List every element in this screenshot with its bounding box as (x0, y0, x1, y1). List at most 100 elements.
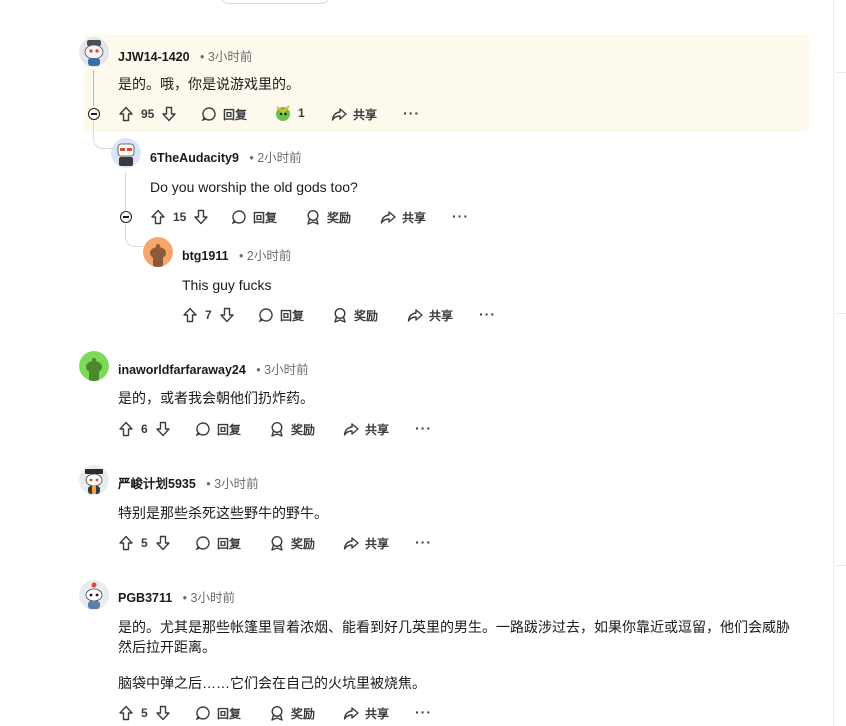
reply-label: 回复 (217, 706, 242, 721)
comment-body: 特别是那些杀死这些野牛的野牛。 (118, 505, 328, 521)
upvote-icon[interactable] (117, 105, 135, 123)
share-button[interactable]: 共享 (406, 306, 453, 324)
downvote-icon[interactable] (192, 208, 210, 226)
award-label: 奖励 (327, 210, 352, 225)
vote-count: 15 (173, 210, 187, 224)
downvote-icon[interactable] (154, 420, 172, 438)
comment-author[interactable]: 6TheAudacity9 (150, 151, 239, 165)
thread-line (125, 172, 126, 210)
more-icon: ··· (403, 105, 420, 121)
reply-label: 回复 (280, 308, 305, 323)
comment-timestamp: • 3小时前 (182, 591, 235, 605)
upvote-icon[interactable] (117, 420, 135, 438)
avatar[interactable] (79, 580, 109, 610)
comment-timestamp: • 2小时前 (239, 249, 292, 263)
reply-button[interactable]: 回复 (194, 420, 241, 438)
share-button[interactable]: 共享 (342, 704, 389, 722)
upvote-icon[interactable] (117, 534, 135, 552)
award-count: 1 (298, 106, 305, 120)
vote-count: 7 (205, 308, 212, 322)
share-icon (342, 704, 360, 722)
award-button[interactable]: 奖励 (331, 306, 378, 324)
award-button[interactable]: 奖励 (268, 420, 315, 438)
reply-button[interactable]: 回复 (194, 704, 241, 722)
downvote-icon[interactable] (160, 105, 178, 123)
avatar-image (79, 465, 109, 495)
comment-icon (194, 534, 212, 552)
comment-author[interactable]: btg1911 (182, 249, 229, 263)
comment-icon (194, 420, 212, 438)
avatar[interactable] (143, 237, 173, 267)
collapse-icon[interactable] (88, 108, 100, 120)
share-icon (406, 306, 424, 324)
avatar-image (111, 138, 141, 168)
reply-button[interactable]: 回复 (230, 208, 277, 226)
award-icon (304, 208, 322, 226)
upvote-icon[interactable] (181, 306, 199, 324)
share-button[interactable]: 共享 (342, 534, 389, 552)
avatar[interactable] (79, 465, 109, 495)
reply-button[interactable]: 回复 (200, 105, 247, 123)
share-button[interactable]: 共享 (379, 208, 426, 226)
comment-body-line: 脑袋中弹之后……它们会在自己的火坑里被烧焦。 (118, 675, 426, 691)
more-options-button[interactable]: ··· (415, 534, 432, 550)
comment-timestamp: • 3小时前 (206, 477, 259, 491)
award-icon (331, 306, 349, 324)
comment-body: This guy fucks (182, 277, 272, 293)
avatar[interactable] (79, 351, 109, 381)
comment-body: 是的，或者我会朝他们扔炸药。 (118, 390, 314, 406)
downvote-icon[interactable] (154, 704, 172, 722)
comment-body-line: 是的。尤其是那些帐篷里冒着浓烟、能看到好几英里的男生。一路跋涉过去，如果你靠近或… (118, 619, 790, 635)
avatar[interactable] (79, 37, 109, 67)
share-icon (379, 208, 397, 226)
vote-group: 5 (117, 704, 172, 722)
reply-button[interactable]: 回复 (257, 306, 304, 324)
avatar[interactable] (111, 138, 141, 168)
more-icon: ··· (479, 306, 496, 322)
comment-author[interactable]: inaworldfarfaraway24 (118, 363, 246, 377)
comment-author[interactable]: JJW14-1420 (118, 50, 190, 64)
more-options-button[interactable]: ··· (415, 420, 432, 436)
award-button[interactable]: 奖励 (268, 534, 315, 552)
avatar-image (79, 37, 109, 67)
vote-group: 95 (117, 105, 178, 123)
comment-author[interactable]: PGB3711 (118, 591, 172, 605)
right-tick (836, 72, 846, 73)
comment-timestamp: • 3小时前 (256, 363, 309, 377)
award-button[interactable]: 奖励 (268, 704, 315, 722)
award-button[interactable]: 1 (273, 103, 305, 123)
upvote-icon[interactable] (149, 208, 167, 226)
share-icon (330, 105, 348, 123)
share-label: 共享 (353, 107, 378, 122)
collapse-icon[interactable] (120, 211, 132, 223)
comment-icon (257, 306, 275, 324)
vote-count: 5 (141, 536, 148, 550)
downvote-icon[interactable] (218, 306, 236, 324)
award-label: 奖励 (291, 422, 316, 437)
award-label: 奖励 (354, 308, 379, 323)
comment-author[interactable]: 严峻计划5935 (118, 477, 196, 491)
comment-body-line: 然后拉开距离。 (118, 639, 216, 655)
more-options-button[interactable]: ··· (479, 306, 496, 322)
more-options-button[interactable]: ··· (403, 105, 420, 121)
share-icon (342, 534, 360, 552)
more-options-button[interactable]: ··· (452, 208, 469, 224)
thread-line (93, 70, 94, 106)
reply-label: 回复 (217, 422, 242, 437)
gold-award-icon (273, 103, 293, 123)
avatar-image (79, 351, 109, 381)
avatar-image (143, 237, 173, 267)
reply-label: 回复 (253, 210, 278, 225)
award-button[interactable]: 奖励 (304, 208, 351, 226)
downvote-icon[interactable] (154, 534, 172, 552)
share-button[interactable]: 共享 (330, 105, 377, 123)
reply-button[interactable]: 回复 (194, 534, 241, 552)
right-tick (836, 565, 846, 566)
more-options-button[interactable]: ··· (415, 704, 432, 720)
vote-group: 6 (117, 420, 172, 438)
award-icon (268, 420, 286, 438)
comment-icon (194, 704, 212, 722)
vote-count: 6 (141, 422, 148, 436)
upvote-icon[interactable] (117, 704, 135, 722)
share-button[interactable]: 共享 (342, 420, 389, 438)
